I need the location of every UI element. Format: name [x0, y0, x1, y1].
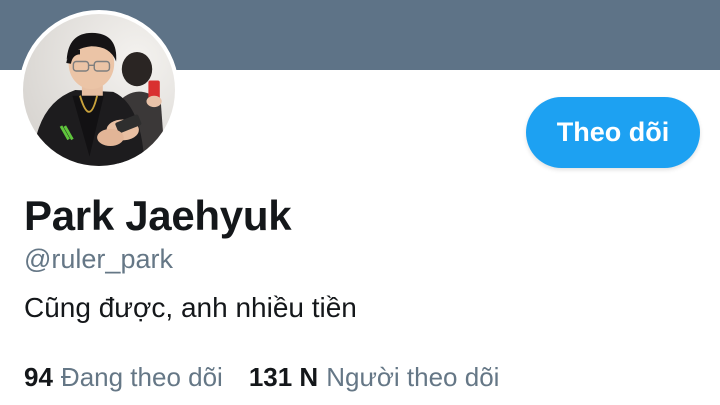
following-stat[interactable]: 94 Đang theo dõi: [24, 362, 223, 393]
profile-handle: @ruler_park: [24, 244, 173, 274]
avatar-photo-icon: [23, 14, 175, 166]
follow-button[interactable]: Theo dõi: [526, 97, 700, 168]
profile-bio: Cũng được, anh nhiều tiền: [24, 292, 357, 323]
followers-count: 131 N: [248, 362, 319, 392]
profile-stats: 94 Đang theo dõi 131 N Người theo dõi: [24, 362, 499, 393]
profile-avatar[interactable]: [19, 10, 179, 170]
profile-name: Park Jaehyuk: [24, 192, 292, 239]
following-count: 94: [24, 362, 53, 392]
followers-label: Người theo dõi: [326, 362, 500, 392]
followers-stat[interactable]: 131 N Người theo dõi: [249, 362, 500, 393]
following-label: Đang theo dõi: [60, 362, 223, 392]
